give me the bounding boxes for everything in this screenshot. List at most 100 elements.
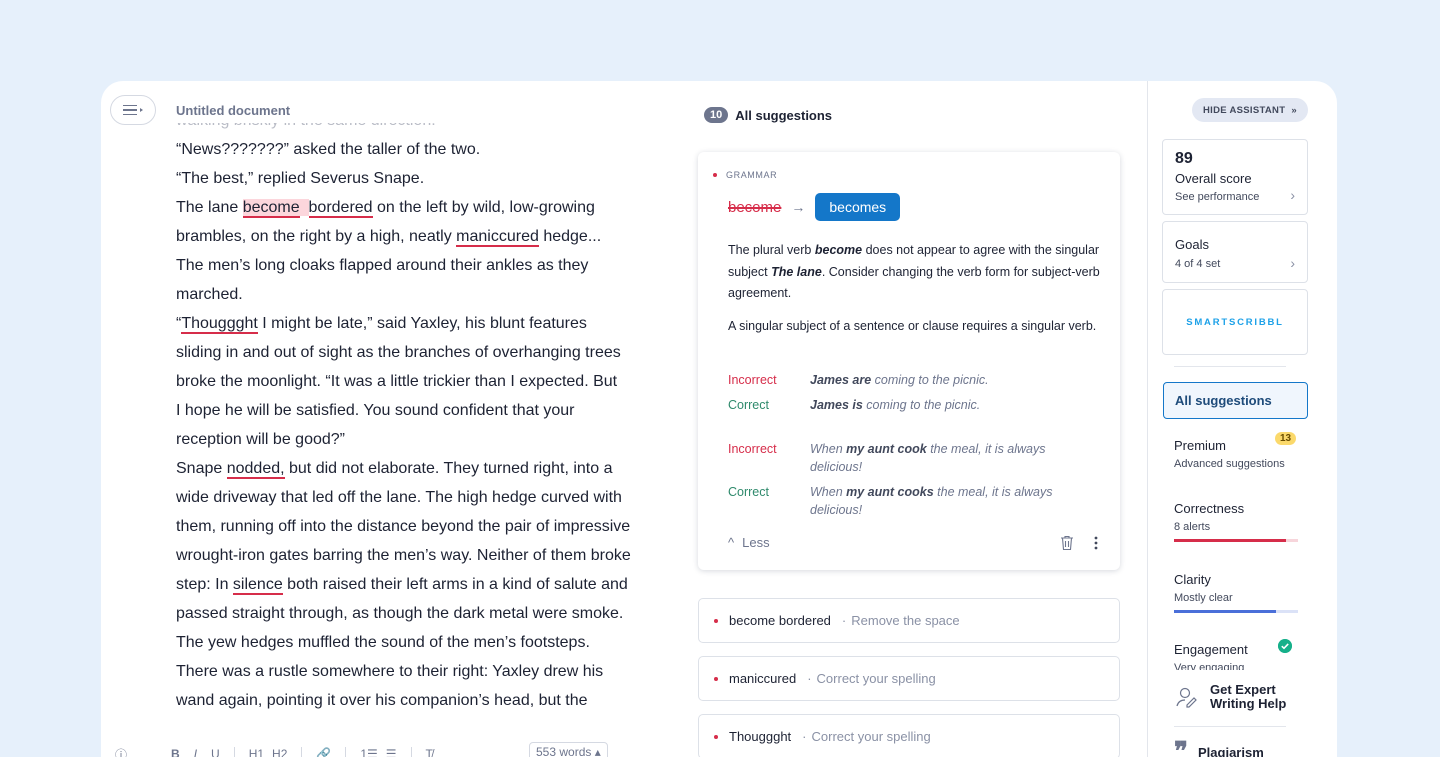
all-suggestions-tab[interactable]: All suggestions xyxy=(1163,382,1308,419)
trash-icon[interactable] xyxy=(1060,535,1074,551)
flagged-space[interactable] xyxy=(299,199,309,216)
document-line: step: In silence both raised their left … xyxy=(176,570,666,599)
toolbar-divider xyxy=(410,747,412,757)
document-line: marched. xyxy=(176,280,666,309)
goals-card[interactable]: Goals 4 of 4 set › xyxy=(1162,221,1308,283)
word-count-label: 553 words xyxy=(536,745,592,757)
text-span: hedge... xyxy=(538,228,602,245)
expert-person-icon xyxy=(1176,687,1197,708)
text-span: wrought-iron gates barring the men’s way… xyxy=(176,547,631,564)
accept-replacement-button[interactable]: becomes xyxy=(815,193,901,221)
correctness-category[interactable]: Correctness 8 alerts xyxy=(1174,501,1298,542)
text-span: I hope he will be satisfied. You sound c… xyxy=(176,402,575,419)
suggestion-term: become bordered xyxy=(729,613,831,628)
text-span: The yew hedges muffled the sound of the … xyxy=(176,634,590,651)
suggestion-term: Thouggght xyxy=(729,729,792,744)
caret-up-icon: ▴ xyxy=(594,745,601,757)
heading2-button[interactable]: H2 xyxy=(272,747,287,757)
hide-assistant-button[interactable]: HIDE ASSISTANT » xyxy=(1192,98,1308,122)
expert-help-line1: Get Expert xyxy=(1210,682,1276,697)
example-row: Correct James is coming to the picnic. xyxy=(728,396,1108,414)
word-count[interactable]: 553 words ▴ xyxy=(529,742,608,757)
hamburger-icon xyxy=(123,104,137,116)
text-span: marched. xyxy=(176,286,243,303)
expert-help-line2: Writing Help xyxy=(1210,696,1287,711)
double-chevron-right-icon: » xyxy=(1291,104,1297,116)
menu-button[interactable] xyxy=(110,95,156,125)
clarity-bar-fill xyxy=(1174,610,1276,613)
suggestion-card[interactable]: become bordered · Remove the space xyxy=(698,598,1120,643)
text-span: I might be late,” said Yaxley, his blunt… xyxy=(257,315,587,332)
example-row: Incorrect James are coming to the picnic. xyxy=(728,371,1108,389)
clear-format-icon[interactable]: T̸ xyxy=(426,747,433,757)
clarity-category[interactable]: Clarity Mostly clear xyxy=(1174,572,1298,613)
document-text-area[interactable]: walking briskly in the same direction. “… xyxy=(176,123,666,733)
text-span: reception will be good?” xyxy=(176,431,345,448)
goals-label: Goals xyxy=(1175,237,1209,252)
see-performance-link[interactable]: See performance xyxy=(1175,191,1259,203)
collapse-button[interactable]: ^ Less xyxy=(728,535,770,550)
flagged-word[interactable]: maniccured xyxy=(456,228,539,247)
text-span: There was a rustle somewhere to their ri… xyxy=(176,663,604,680)
category-label: GRAMMAR xyxy=(726,170,778,180)
suggestions-header: 10 All suggestions xyxy=(704,107,832,123)
toolbar-divider xyxy=(301,747,303,757)
text-span: sliding in and out of sight as the branc… xyxy=(176,344,621,361)
bold-button[interactable]: B xyxy=(171,747,180,757)
chevron-right-icon: › xyxy=(1290,187,1295,203)
suggestions-count: 10 xyxy=(704,107,729,123)
text-span: The men’s long cloaks flapped around the… xyxy=(176,257,589,274)
flagged-word[interactable]: silence xyxy=(232,576,283,595)
explanation-text: The plural verb become does not appear t… xyxy=(728,243,1100,300)
expanded-suggestion-card[interactable]: GRAMMAR become → becomes The plural verb… xyxy=(698,152,1120,570)
document-line: passed straight through, as though the d… xyxy=(176,599,666,628)
flagged-word[interactable]: nodded, xyxy=(226,460,285,479)
expert-help-button[interactable]: Get Expert Writing Help xyxy=(1174,683,1286,711)
example-label: Incorrect xyxy=(728,373,777,387)
less-label: Less xyxy=(742,535,770,550)
help-icon[interactable]: ⓘ xyxy=(115,746,127,757)
link-icon[interactable]: 🔗 xyxy=(316,747,331,757)
example-row: Incorrect When my aunt cook the meal, it … xyxy=(728,440,1108,476)
document-line: sliding in and out of sight as the branc… xyxy=(176,338,666,367)
underline-button[interactable]: U xyxy=(211,747,220,757)
bullet-list-icon[interactable]: ☰ xyxy=(386,747,397,757)
text-span: Snape xyxy=(176,460,227,477)
correctness-bar xyxy=(1174,539,1298,542)
text-span: both raised their left arms in a kind of… xyxy=(282,576,628,593)
active-flagged-word[interactable]: become xyxy=(242,199,300,218)
document-title[interactable]: Untitled document xyxy=(176,103,290,118)
suggestion-card[interactable]: maniccured · Correct your spelling xyxy=(698,656,1120,701)
example-text: When my aunt cooks the meal, it is alway… xyxy=(810,485,1053,517)
text-span: broke the moonlight. “It was a little tr… xyxy=(176,373,618,390)
hide-assistant-label: HIDE ASSISTANT xyxy=(1203,104,1286,116)
document-line: wand again, pointing it over his compani… xyxy=(176,686,666,715)
document-line: broke the moonlight. “It was a little tr… xyxy=(176,367,666,396)
document-line: Snape nodded, but did not elaborate. The… xyxy=(176,454,666,483)
suggestions-title: All suggestions xyxy=(735,107,833,123)
clarity-label: Clarity xyxy=(1174,572,1211,587)
suggestion-hint: Remove the space xyxy=(851,613,960,628)
text-span: brambles, on the right by a high, neatly xyxy=(176,228,457,245)
suggestion-card[interactable]: Thouggght · Correct your spelling xyxy=(698,714,1120,757)
ordered-list-icon[interactable]: 1☰ xyxy=(360,747,377,757)
score-value: 89 xyxy=(1175,150,1193,167)
italic-button[interactable]: I xyxy=(194,747,197,757)
more-options-icon[interactable] xyxy=(1094,536,1098,550)
flagged-word[interactable]: Thouggght xyxy=(181,315,258,334)
plagiarism-button[interactable]: ❞ Plagiarism xyxy=(1174,739,1264,757)
separator: · xyxy=(802,729,807,744)
flagged-word[interactable]: bordered xyxy=(308,199,373,218)
correctness-bar-fill xyxy=(1174,539,1286,542)
clarity-bar-track xyxy=(1275,610,1298,613)
document-line: The men’s long cloaks flapped around the… xyxy=(176,251,666,280)
document-line: them, running off into the distance beyo… xyxy=(176,512,666,541)
document-line: wide driveway that led off the lane. The… xyxy=(176,483,666,512)
text-span: “The best,” replied Severus Snape. xyxy=(176,170,425,187)
overall-score-card[interactable]: 89 Overall score See performance › xyxy=(1162,139,1308,215)
premium-sub: Advanced suggestions xyxy=(1174,458,1285,470)
plagiarism-label: Plagiarism xyxy=(1198,744,1264,757)
correctness-sub: 8 alerts xyxy=(1174,521,1211,533)
heading1-button[interactable]: H1 xyxy=(249,747,264,757)
toolbar-divider xyxy=(345,747,347,757)
